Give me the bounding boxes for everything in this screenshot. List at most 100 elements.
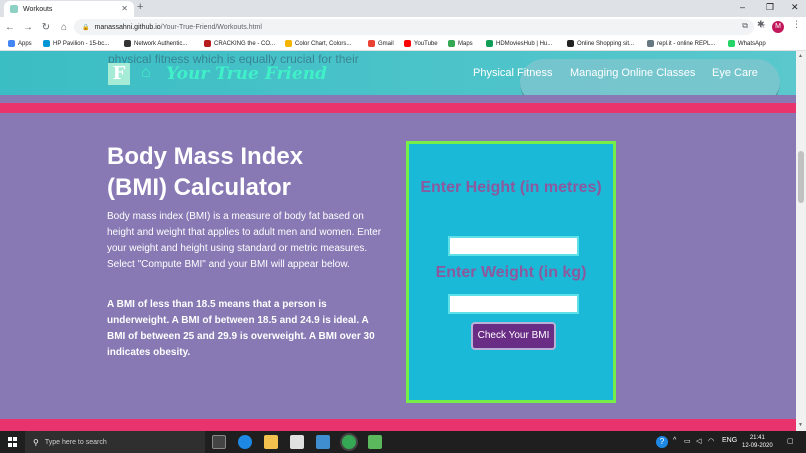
wifi-icon[interactable]: ◠	[708, 437, 714, 445]
bookmark-label: Maps	[458, 40, 473, 47]
weight-label: Enter Weight (in kg)	[435, 264, 587, 281]
bookmark-favicon-icon	[728, 40, 735, 47]
check-bmi-button[interactable]: Check Your BMI	[471, 322, 556, 350]
site-logo-text[interactable]: Your True Friend	[166, 64, 327, 84]
new-tab-button[interactable]: +	[137, 1, 143, 13]
bookmark-item[interactable]: repl.it - online REPL...	[647, 40, 715, 47]
bookmark-item[interactable]: Apps	[8, 40, 32, 47]
forward-arrow-icon[interactable]: →	[20, 22, 36, 33]
bookmark-label: Color Chart, Colors...	[295, 40, 352, 47]
store-icon[interactable]	[290, 435, 304, 449]
bmi-description: Body mass index (BMI) is a measure of bo…	[107, 211, 382, 270]
bookmark-item[interactable]: CRACKING the - CO...	[204, 40, 275, 47]
search-icon: ⚲	[33, 437, 39, 447]
height-input[interactable]	[448, 236, 579, 256]
language-indicator[interactable]: ENG	[722, 437, 737, 444]
translate-icon[interactable]: ⧉	[742, 21, 748, 31]
home-icon[interactable]: ⌂	[141, 64, 151, 82]
bookmark-favicon-icon	[448, 40, 455, 47]
address-bar[interactable]: 🔒 manassahni.github.io/Your-True-Friend/…	[74, 19, 766, 35]
bookmark-label: YouTube	[414, 40, 438, 47]
back-arrow-icon[interactable]: ←	[2, 22, 18, 33]
bookmark-favicon-icon	[647, 40, 654, 47]
bookmark-favicon-icon	[486, 40, 493, 47]
help-icon[interactable]: ?	[656, 436, 668, 448]
menu-kebab-icon[interactable]: ⋮	[792, 19, 801, 30]
profile-avatar[interactable]: M	[772, 21, 784, 33]
chrome-icon[interactable]	[342, 435, 356, 449]
bookmark-favicon-icon	[285, 40, 292, 47]
page-viewport: physical fitness which is equally crucia…	[0, 51, 796, 431]
tab-favicon-icon	[10, 5, 18, 13]
browser-tab[interactable]: Workouts ✕	[4, 1, 134, 17]
bookmark-item[interactable]: Color Chart, Colors...	[285, 40, 351, 47]
bookmark-favicon-icon	[404, 40, 411, 47]
height-label: Enter Height (in metres)	[420, 179, 602, 196]
tab-close-icon[interactable]: ✕	[121, 4, 128, 13]
volume-icon[interactable]: ◁	[696, 437, 701, 445]
section-divider-bottom	[0, 419, 796, 431]
window-maximize-button[interactable]: ❐	[766, 2, 774, 13]
browser-tab-strip: Workouts ✕ + – ❐ ✕	[0, 0, 806, 17]
bookmark-item[interactable]: HDMoviesHub | Hu...	[486, 40, 552, 47]
tab-title: Workouts	[23, 5, 53, 13]
battery-icon[interactable]: ▭	[684, 437, 691, 445]
nav-link-eye-care[interactable]: Eye Care	[712, 67, 758, 79]
bookmarks-bar: Apps HP Pavilion - 15-bc... Network Authen…	[0, 37, 806, 51]
bookmark-label: Online Shopping sit...	[577, 40, 635, 47]
home-icon[interactable]: ⌂	[56, 22, 72, 33]
system-clock[interactable]: 21:41 12-09-2020	[742, 434, 773, 450]
windows-taskbar: ⚲ Type here to search ? ^ ▭ ◁ ◠ ENG 21:4…	[0, 431, 806, 453]
bookmark-label: Gmail	[378, 40, 394, 47]
bmi-ranges-text: A BMI of less than 18.5 means that a per…	[107, 299, 375, 358]
bmi-calculator-form: Enter Height (in metres) Enter Weight (i…	[406, 141, 616, 403]
bookmark-item[interactable]: Maps	[448, 40, 473, 47]
weight-input[interactable]	[448, 294, 579, 314]
bookmark-label: Network Authentic...	[134, 40, 188, 47]
nav-link-physical-fitness[interactable]: Physical Fitness	[473, 67, 552, 79]
nav-link-managing-online-classes[interactable]: Managing Online Classes	[570, 67, 695, 79]
reload-icon[interactable]: ↻	[38, 22, 54, 33]
notifications-icon[interactable]: ▢	[787, 437, 794, 445]
clock-time: 21:41	[749, 435, 765, 441]
url-path: /Your-True-Friend/Workouts.html	[160, 23, 262, 31]
bookmark-favicon-icon	[567, 40, 574, 47]
edge-browser-icon[interactable]	[238, 435, 252, 449]
scroll-up-icon[interactable]: ▲	[798, 53, 803, 59]
lock-icon: 🔒	[82, 24, 90, 31]
bookmark-favicon-icon	[368, 40, 375, 47]
taskbar-search-box[interactable]: ⚲ Type here to search	[25, 431, 205, 453]
notepad-icon[interactable]	[368, 435, 382, 449]
bookmark-label: HDMoviesHub | Hu...	[496, 40, 553, 47]
bookmark-label: WhatsApp	[738, 40, 766, 47]
windows-start-icon[interactable]	[8, 437, 18, 447]
bookmark-item[interactable]: Gmail	[368, 40, 394, 47]
tray-expand-icon[interactable]: ^	[673, 437, 676, 444]
bookmark-favicon-icon	[43, 40, 50, 47]
bookmark-item[interactable]: HP Pavilion - 15-bc...	[43, 40, 109, 47]
bookmark-item[interactable]: Network Authentic...	[124, 40, 187, 47]
page-scrollbar[interactable]: ▲ ▼	[796, 51, 806, 431]
window-close-button[interactable]: ✕	[791, 2, 799, 13]
taskbar-search-placeholder: Type here to search	[44, 438, 107, 446]
bookmark-label: CRACKING the - CO...	[214, 40, 276, 47]
scrollbar-thumb[interactable]	[798, 151, 804, 203]
browser-toolbar: ← → ↻ ⌂ 🔒 manassahni.github.io/Your-True…	[0, 17, 806, 37]
bmi-heading: Body Mass Index (BMI) Calculator	[107, 143, 304, 201]
bookmark-item[interactable]: YouTube	[404, 40, 438, 47]
vscode-icon[interactable]	[316, 435, 330, 449]
scroll-down-icon[interactable]: ▼	[798, 422, 803, 428]
bmi-section: Body Mass Index (BMI) Calculator Body ma…	[0, 113, 796, 419]
bookmark-favicon-icon	[8, 40, 15, 47]
task-view-icon[interactable]	[212, 435, 226, 449]
window-minimize-button[interactable]: –	[740, 2, 745, 12]
logo-icon[interactable]: F	[108, 63, 130, 85]
bookmark-item[interactable]: WhatsApp	[728, 40, 766, 47]
file-explorer-icon[interactable]	[264, 435, 278, 449]
extensions-icon[interactable]: ✱	[757, 19, 765, 30]
bookmark-label: HP Pavilion - 15-bc...	[53, 40, 110, 47]
bookmark-label: repl.it - online REPL...	[657, 40, 716, 47]
bookmark-item[interactable]: Online Shopping sit...	[567, 40, 634, 47]
url-domain: manassahni.github.io	[94, 23, 161, 31]
bookmark-label: Apps	[18, 40, 32, 47]
